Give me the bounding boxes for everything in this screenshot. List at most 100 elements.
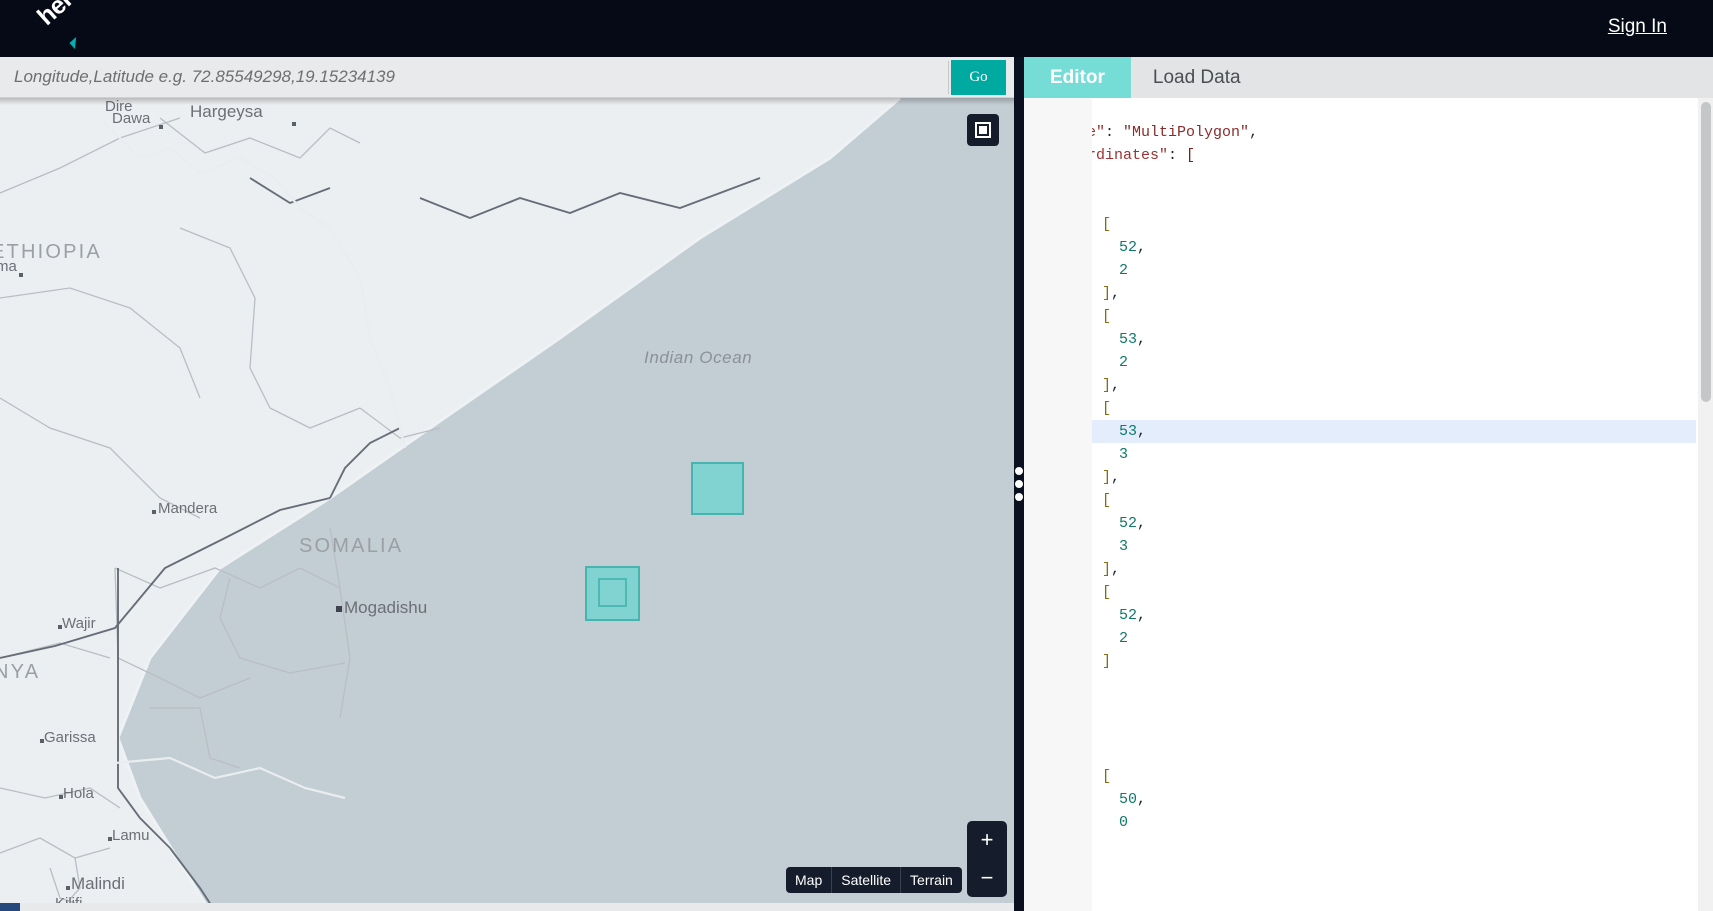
map-dot-malindi [66,886,70,890]
coordinate-search-input[interactable] [0,57,948,97]
editor-vertical-scrollbar-thumb[interactable] [1701,102,1711,402]
code-line[interactable]: 82 [1024,259,1696,282]
search-divider [948,61,949,94]
map-dot-jimma [19,273,23,277]
tab-load-data[interactable]: Load Data [1131,57,1263,98]
code-line[interactable]: 10▼[ [1024,305,1696,328]
code-line-text: [ [1102,308,1112,325]
code-line[interactable]: 203 [1024,535,1696,558]
code-line[interactable]: 27], [1024,696,1696,719]
code-line-text: 50, [1119,791,1147,808]
code-line[interactable]: 163 [1024,443,1696,466]
code-line[interactable]: 242 [1024,627,1696,650]
code-line[interactable]: 1153, [1024,328,1696,351]
search-bar: Go [0,57,1021,98]
here-geojson-editor-app: here Sign In Go [0,0,1713,911]
code-line-text: 52, [1119,239,1147,256]
fullscreen-core [979,126,987,134]
here-logo-triangle-icon [69,37,82,49]
map-borders-layer [0,117,761,911]
geojson-code-editor[interactable]: 1▼{2"type": "MultiPolygon",3▼"coordinate… [1024,98,1713,911]
map-label-lamu: Lamu [112,827,150,844]
code-line[interactable]: 9], [1024,282,1696,305]
code-line[interactable]: 2"type": "MultiPolygon", [1024,121,1696,144]
code-line-text: [ [1102,768,1112,785]
go-button[interactable]: Go [951,60,1006,95]
top-bar: here Sign In [0,0,1713,57]
map-label-kenya: NYA [0,661,41,683]
code-line-text: [ [1102,400,1112,417]
map-label-dawa: Dawa [112,110,151,127]
map-dot-hargeysa [292,122,296,126]
code-line[interactable]: 5▼[ [1024,190,1696,213]
code-line[interactable]: 3▼"coordinates": [ [1024,144,1696,167]
editor-gutter [1024,98,1092,911]
map-label-wajir: Wajir [62,615,96,632]
right-panel: Editor Load Data 1▼{2"type": "MultiPolyg… [1024,57,1713,911]
code-line[interactable]: 26] [1024,673,1696,696]
code-line-text: 52, [1119,515,1147,532]
code-line-text: 53, [1119,423,1147,440]
editor-code-area[interactable]: 1▼{2"type": "MultiPolygon",3▼"coordinate… [1024,98,1696,911]
code-line[interactable]: 1▼{ [1024,98,1696,121]
code-line-text: [ [1102,584,1112,601]
zoom-out-button[interactable]: − [967,859,1007,897]
code-line[interactable]: 22▼[ [1024,581,1696,604]
map-type-satellite[interactable]: Satellite [832,867,902,893]
code-line[interactable]: 21], [1024,558,1696,581]
map-horizontal-scrollbar-thumb[interactable] [0,903,20,911]
code-line[interactable]: 3150, [1024,788,1696,811]
map-label-mandera: Mandera [158,500,218,517]
code-line[interactable]: 25] [1024,650,1696,673]
map-top-shadow [0,98,1014,105]
code-line[interactable]: 14▼[ [1024,397,1696,420]
map-horizontal-scrollbar[interactable] [0,903,1014,911]
map-label-mogadishu: Mogadishu [344,598,428,617]
map-type-terrain[interactable]: Terrain [901,867,962,893]
code-line[interactable]: 320 [1024,811,1696,834]
code-line[interactable]: 17], [1024,466,1696,489]
code-line[interactable]: 13], [1024,374,1696,397]
code-line-text: 53, [1119,331,1147,348]
code-line[interactable]: 4▼[ [1024,167,1696,190]
code-line[interactable]: 28▼[ [1024,719,1696,742]
code-line[interactable]: 1952, [1024,512,1696,535]
code-line[interactable]: 122 [1024,351,1696,374]
map-canvas[interactable]: Dire Dawa Hargeysa ma ETHIOPIA Mandera S… [0,98,1014,911]
sign-in-link[interactable]: Sign In [1608,16,1667,38]
code-line-text: ], [1102,377,1121,394]
map-label-indian-ocean: Indian Ocean [644,348,753,367]
map-type-map[interactable]: Map [786,867,833,893]
map-label-somalia: SOMALIA [299,535,404,557]
code-line[interactable]: 30▼[ [1024,765,1696,788]
map-label-ethiopia: ETHIOPIA [0,241,102,263]
code-line[interactable]: 18▼[ [1024,489,1696,512]
map-dot-dawa [159,125,163,129]
map-dot-lamu [108,837,112,841]
panel-splitter[interactable] [1014,57,1024,911]
code-line-text: 0 [1119,814,1129,831]
code-line[interactable]: 1553, [1024,420,1696,443]
map-type-switcher: Map Satellite Terrain [786,867,962,893]
geojson-polygon-solid[interactable] [691,462,744,515]
code-line-text: 3 [1119,538,1129,555]
here-logo[interactable]: here [32,0,92,54]
code-line[interactable]: 2352, [1024,604,1696,627]
code-line-text: [ [1102,492,1112,509]
map-label-malindi: Malindi [71,874,125,893]
editor-vertical-scrollbar[interactable] [1698,98,1713,911]
code-line[interactable]: 29▼[ [1024,742,1696,765]
code-line[interactable]: 6▼[ [1024,213,1696,236]
map-dot-mogadishu [336,606,342,612]
code-line[interactable]: 752, [1024,236,1696,259]
fullscreen-icon[interactable] [967,114,999,146]
map-label-hola: Hola [63,785,94,802]
code-line-text: [ [1102,216,1112,233]
tab-editor[interactable]: Editor [1024,57,1131,98]
map-label-hargeysa: Hargeysa [190,102,263,121]
zoom-in-button[interactable]: + [967,821,1007,859]
panel-tabs: Editor Load Data [1024,57,1713,98]
code-line-text: ], [1102,469,1121,486]
geojson-polygon-inner-ring[interactable] [598,578,627,607]
map-zoom-controls: + − [967,821,1007,897]
